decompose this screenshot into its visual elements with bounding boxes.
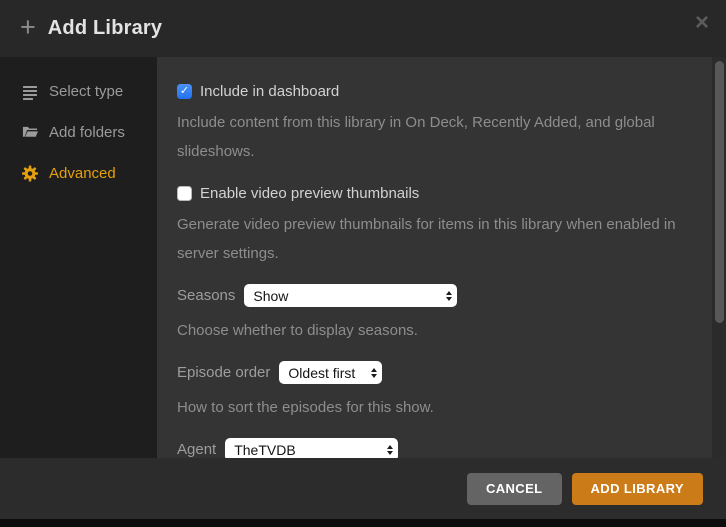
modal-bottom-edge <box>0 519 726 527</box>
help-text-dashboard: Include content from this library in On … <box>177 108 679 166</box>
wizard-sidebar: Select type Add folders <box>0 57 157 458</box>
gear-icon <box>22 166 38 182</box>
episode-order-label: Episode order <box>177 364 270 381</box>
sidebar-item-add-folders[interactable]: Add folders <box>0 112 157 153</box>
agent-select-value: TheTVDB <box>234 442 295 458</box>
enable-thumbnails-checkbox[interactable]: Enable video preview thumbnails <box>177 186 692 201</box>
select-stepper-icon <box>371 368 377 378</box>
list-lines-icon <box>22 84 38 100</box>
sidebar-item-label: Select type <box>49 83 123 100</box>
advanced-settings-panel: ✓ Include in dashboard Include content f… <box>157 57 726 458</box>
agent-label: Agent <box>177 441 216 458</box>
seasons-row: Seasons Show <box>177 284 692 307</box>
sidebar-item-label: Advanced <box>49 165 116 182</box>
checkbox-label: Include in dashboard <box>200 83 339 100</box>
seasons-label: Seasons <box>177 287 235 304</box>
include-dashboard-checkbox[interactable]: ✓ Include in dashboard <box>177 84 692 99</box>
add-library-button[interactable]: ADD LIBRARY <box>572 473 703 505</box>
help-text-thumbnails: Generate video preview thumbnails for it… <box>177 210 679 268</box>
folder-icon <box>22 125 38 141</box>
dialog-title: Add Library <box>48 17 162 40</box>
seasons-select[interactable]: Show <box>244 284 457 307</box>
agent-row: Agent TheTVDB <box>177 438 692 458</box>
dialog-footer: CANCEL ADD LIBRARY <box>0 458 726 519</box>
sidebar-item-select-type[interactable]: Select type <box>0 71 157 112</box>
episode-order-row: Episode order Oldest first <box>177 361 692 384</box>
seasons-select-value: Show <box>253 288 288 304</box>
plus-icon: + <box>20 14 36 41</box>
cancel-button[interactable]: CANCEL <box>467 473 562 505</box>
checkbox-unchecked-icon[interactable] <box>177 186 192 201</box>
scrollbar-thumb[interactable] <box>715 61 724 323</box>
dialog-body: Select type Add folders <box>0 57 726 458</box>
close-icon[interactable]: × <box>695 11 709 35</box>
content-scrollbar[interactable] <box>712 57 726 458</box>
checkbox-label: Enable video preview thumbnails <box>200 185 419 202</box>
dialog-header: + Add Library × <box>0 0 726 57</box>
select-stepper-icon <box>446 291 452 301</box>
help-text-seasons: Choose whether to display seasons. <box>177 316 679 345</box>
sidebar-item-advanced[interactable]: Advanced <box>0 153 157 194</box>
agent-select[interactable]: TheTVDB <box>225 438 398 458</box>
sidebar-item-label: Add folders <box>49 124 125 141</box>
add-library-dialog: + Add Library × Select type <box>0 0 726 527</box>
episode-order-select[interactable]: Oldest first <box>279 361 382 384</box>
checkbox-checked-icon[interactable]: ✓ <box>177 84 192 99</box>
select-stepper-icon <box>387 445 393 455</box>
episode-order-select-value: Oldest first <box>288 365 355 381</box>
help-text-episode-order: How to sort the episodes for this show. <box>177 393 679 422</box>
